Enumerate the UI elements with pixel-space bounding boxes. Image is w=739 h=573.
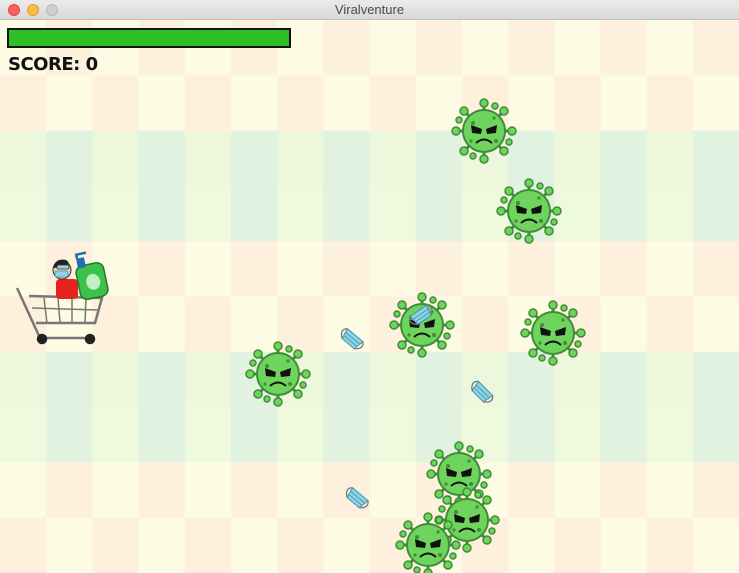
game-scene: [0, 20, 739, 573]
virus-1: [450, 97, 518, 165]
virus-3: [388, 291, 456, 359]
virus-5: [244, 340, 312, 408]
game-window: Viralventure SCORE: 0: [0, 0, 739, 573]
virus-2: [495, 177, 563, 245]
health-bar: [7, 28, 291, 48]
game-canvas[interactable]: SCORE: 0: [0, 20, 739, 573]
score-label: SCORE: 0: [8, 54, 98, 75]
window-title: Viralventure: [334, 2, 405, 17]
virus-4: [519, 299, 587, 367]
health-bar-fill: [9, 30, 289, 46]
title-bar[interactable]: Viralventure: [0, 0, 739, 20]
checkered-background: [0, 20, 739, 573]
